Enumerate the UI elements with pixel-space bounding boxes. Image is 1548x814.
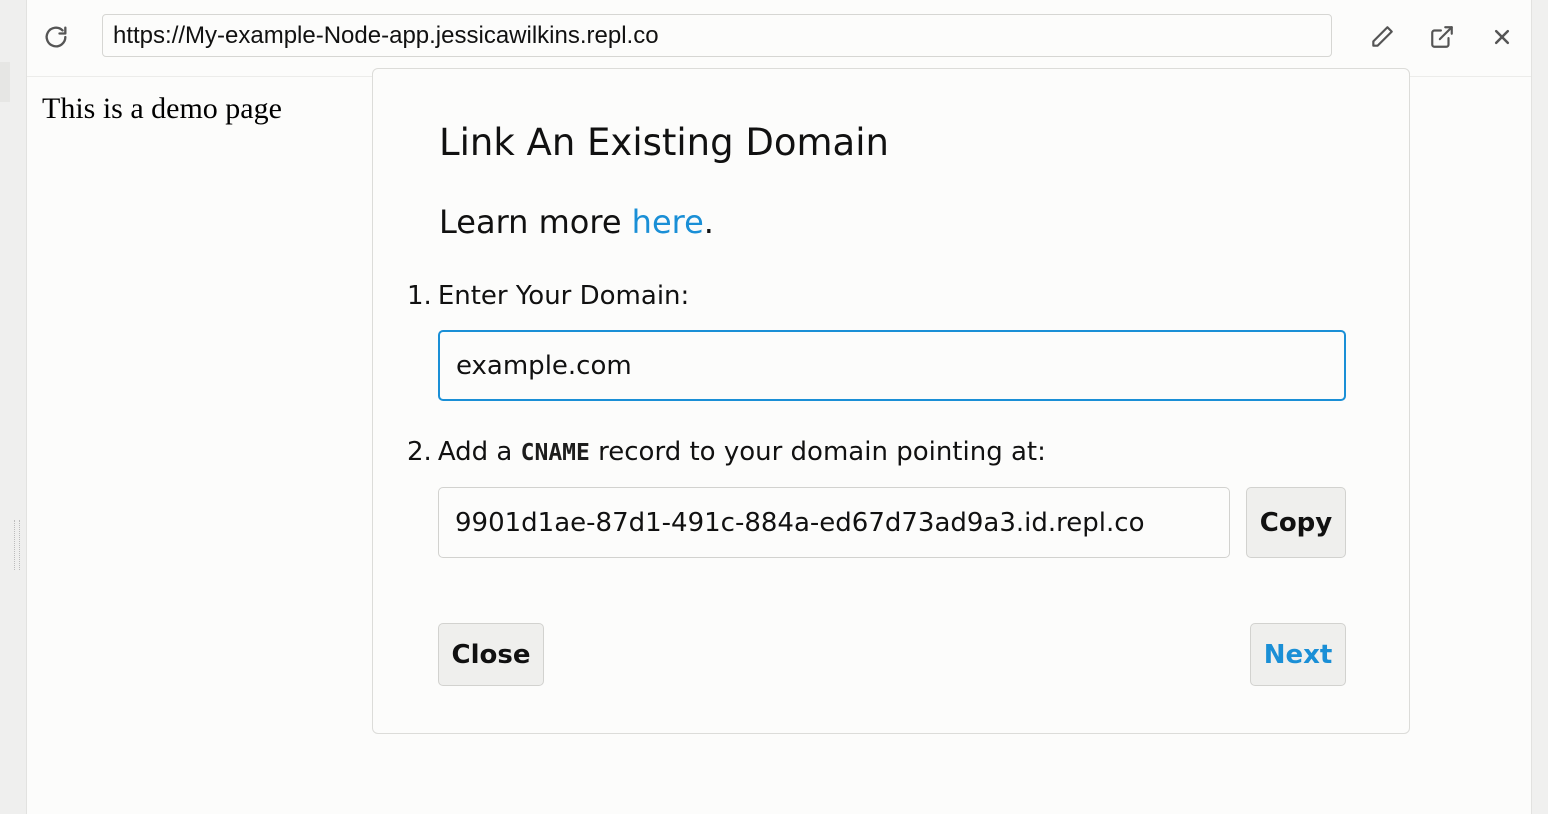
left-panel-segment: [0, 62, 10, 102]
url-bar[interactable]: https://My-example-Node-app.jessicawilki…: [102, 14, 1332, 57]
learn-more-text: Learn more here.: [439, 203, 714, 241]
step1-label: 1. Enter Your Domain:: [407, 281, 689, 311]
domain-input[interactable]: [438, 330, 1346, 401]
external-link-icon[interactable]: [1427, 22, 1457, 52]
webview-pane: https://My-example-Node-app.jessicawilki…: [27, 0, 1531, 814]
step2-number: 2.: [407, 437, 432, 467]
learn-more-prefix: Learn more: [439, 203, 632, 241]
resize-handle[interactable]: [14, 520, 20, 570]
copy-button[interactable]: Copy: [1246, 487, 1346, 558]
right-panel-edge: [1531, 0, 1548, 814]
cname-target-text: 9901d1ae-87d1-491c-884a-ed67d73ad9a3.id.…: [455, 507, 1145, 538]
step2-label: 2. Add a CNAME record to your domain poin…: [407, 437, 1046, 467]
cname-target-field[interactable]: 9901d1ae-87d1-491c-884a-ed67d73ad9a3.id.…: [438, 487, 1230, 558]
learn-more-suffix: .: [703, 203, 714, 241]
cname-code: CNAME: [520, 440, 590, 466]
demo-page-text: This is a demo page: [42, 92, 282, 125]
next-button[interactable]: Next: [1250, 623, 1346, 686]
url-text: https://My-example-Node-app.jessicawilki…: [113, 21, 659, 49]
step1-number: 1.: [407, 281, 432, 311]
left-panel-edge: [0, 0, 27, 814]
step2-suffix: record to your domain pointing at:: [589, 437, 1046, 467]
step1-text: Enter Your Domain:: [437, 281, 690, 311]
close-button[interactable]: Close: [438, 623, 544, 686]
reload-icon[interactable]: [41, 22, 71, 52]
pencil-icon[interactable]: [1367, 22, 1397, 52]
link-domain-modal: Link An Existing Domain Learn more here.…: [372, 68, 1410, 734]
step2-prefix: Add a: [437, 437, 521, 467]
modal-title: Link An Existing Domain: [439, 121, 889, 164]
close-icon[interactable]: [1487, 22, 1517, 52]
learn-more-link[interactable]: here: [632, 203, 704, 241]
webview-toolbar: https://My-example-Node-app.jessicawilki…: [27, 0, 1531, 77]
